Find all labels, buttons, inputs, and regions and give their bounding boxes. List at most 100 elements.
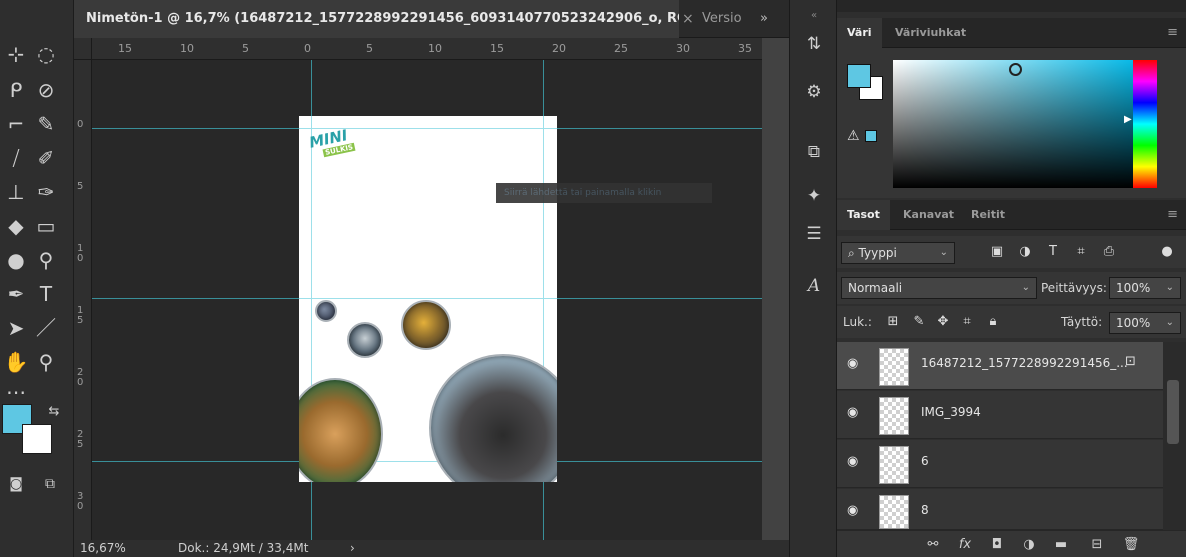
color-picker-field[interactable] [893, 60, 1141, 188]
layer-row[interactable]: ◉ 8 [837, 489, 1163, 530]
link-icon[interactable]: ⚯ [923, 535, 943, 555]
adjustment-filter-icon[interactable]: ◑ [1015, 242, 1035, 262]
collapse-icon[interactable]: « [802, 4, 826, 28]
opacity-input[interactable]: 100% ⌄ [1109, 277, 1181, 299]
tab-reitit[interactable]: Reitit [961, 200, 1015, 230]
panel-menu-icon[interactable]: ≡ [1167, 18, 1178, 48]
adjustments-icon[interactable]: ☰ [802, 222, 826, 246]
ruler-tick-label: 15 [77, 305, 84, 326]
gamut-warning-icon[interactable]: ⚠ [847, 128, 860, 144]
color-picker-ring[interactable] [1009, 63, 1022, 76]
quick-mask-icon[interactable]: ◙ [2, 470, 30, 498]
tab-variviuhkat[interactable]: Väriviuhkat [885, 18, 976, 48]
tab-tasot[interactable]: Tasot [837, 200, 890, 230]
more-icon[interactable]: ⋯ [2, 378, 30, 406]
layer-row[interactable]: ◉ 16487212_1577228992291456_... ⊡ [837, 342, 1163, 390]
blend-mode-select[interactable]: Normaali ⌄ [841, 277, 1037, 299]
fill-input[interactable]: 100% ⌄ [1109, 312, 1181, 334]
eraser-icon[interactable]: ◆ [2, 212, 30, 240]
document-size[interactable]: Dok.: 24,9Mt / 33,4Mt [178, 540, 308, 557]
brush-settings-icon[interactable]: ✦ [802, 184, 826, 208]
stamp-icon[interactable]: ⊥ [2, 178, 30, 206]
fx-icon[interactable]: fx [955, 535, 975, 555]
lock-row: Luk.: ⊞ ✎ ✥ ⌗ 🔒︎ Täyttö: 100% ⌄ [837, 306, 1186, 338]
move-icon[interactable]: ⊹ [2, 40, 30, 68]
group-icon[interactable]: ▬ [1051, 535, 1071, 555]
tabs-overflow-icon[interactable]: » [760, 0, 768, 38]
visibility-eye-icon[interactable]: ◉ [847, 454, 858, 469]
color-panel: ⚠ ▶ [837, 48, 1186, 198]
photo-bubble[interactable] [429, 354, 557, 482]
properties-panel-icon[interactable]: ⚙ [802, 80, 826, 104]
brush-icon[interactable]: ✐ [32, 144, 60, 172]
tab-versio[interactable]: Versio [692, 0, 742, 38]
dodge-icon[interactable]: ⚲ [32, 246, 60, 274]
tab-vari[interactable]: Väri [837, 18, 882, 48]
lock-position-icon[interactable]: ✥ [933, 312, 953, 332]
marquee-icon[interactable]: ◌ [32, 40, 60, 68]
photo-bubble[interactable] [315, 300, 337, 322]
photo-bubble[interactable] [299, 378, 383, 482]
layer-filter-select[interactable]: ⌕ Tyyppi ⌄ [841, 242, 955, 264]
crop-icon[interactable]: ⌐ [2, 110, 30, 138]
visibility-eye-icon[interactable]: ◉ [847, 405, 858, 420]
layers-scrollbar-thumb[interactable] [1167, 380, 1179, 444]
history-brush-icon[interactable]: ✑ [32, 178, 60, 206]
document-canvas[interactable]: MINI SULKIS [299, 116, 557, 482]
layer-row[interactable]: ◉ 6 [837, 440, 1163, 488]
document-tab[interactable]: Nimetön-1 @ 16,7% (16487212_157722899229… [74, 0, 679, 38]
zoom-level[interactable]: 16,67% [80, 540, 126, 557]
hue-slider-marker[interactable]: ▶ [1124, 114, 1132, 125]
eyedropper-icon[interactable]: ✎ [32, 110, 60, 138]
photo-bubble[interactable] [347, 322, 383, 358]
lasso-icon[interactable]: ᑭ [2, 76, 30, 104]
healing-icon[interactable]: ⧸ [2, 144, 30, 172]
smart-object-filter-icon[interactable]: ⎙ [1099, 242, 1119, 262]
visibility-eye-icon[interactable]: ◉ [847, 356, 858, 371]
background-color-swatch[interactable] [22, 424, 52, 454]
zoom-icon[interactable]: ⚲ [32, 348, 60, 376]
layer-name[interactable]: 6 [921, 454, 929, 468]
hand-icon[interactable]: ✋ [2, 348, 30, 376]
hue-slider[interactable] [1133, 60, 1157, 188]
tab-kanavat[interactable]: Kanavat [893, 200, 964, 230]
clone-source-icon[interactable]: ⧉ [802, 140, 826, 164]
shape-icon[interactable]: ／ [32, 314, 60, 342]
screen-mode-icon[interactable]: ⧉ [36, 470, 64, 498]
panel-menu-icon[interactable]: ≡ [1167, 200, 1178, 230]
shape-filter-icon[interactable]: ⌗ [1071, 242, 1091, 262]
ruler-tick-label: 20 [77, 367, 84, 388]
layer-name[interactable]: IMG_3994 [921, 405, 981, 419]
layer-name[interactable]: 8 [921, 503, 929, 517]
type-icon[interactable]: T [32, 280, 60, 308]
image-filter-icon[interactable]: ▣ [987, 242, 1007, 262]
lock-pixels-icon[interactable]: ⊞ [883, 312, 903, 332]
trash-icon[interactable]: 🗑︎ [1121, 535, 1141, 555]
adjustment-icon[interactable]: ◑ [1019, 535, 1039, 555]
gradient-icon[interactable]: ▭ [32, 212, 60, 240]
path-select-icon[interactable]: ➤ [2, 314, 30, 342]
quick-select-icon[interactable]: ⊘ [32, 76, 60, 104]
lock-artboard-icon[interactable]: ⌗ [957, 312, 977, 332]
foreground-color-swatch[interactable] [847, 64, 871, 88]
visibility-eye-icon[interactable]: ◉ [847, 503, 858, 518]
photo-bubble[interactable] [401, 300, 451, 350]
status-menu-arrow[interactable]: › [350, 540, 355, 557]
lock-paint-icon[interactable]: ✎ [909, 312, 929, 332]
canvas-area[interactable]: MINI SULKIS Siirrä lähdettä tai painamal… [92, 60, 762, 540]
collapsed-panels: « ⇅ ⚙ ⧉ ✦ ☰ A [789, 0, 837, 557]
filter-toggle-icon[interactable]: ● [1157, 242, 1177, 262]
history-panel-icon[interactable]: ⇅ [802, 32, 826, 56]
lock-all-icon[interactable]: 🔒︎ [983, 312, 1003, 332]
ruler-left: 0 5 10 15 20 25 30 [74, 60, 92, 540]
new-layer-icon[interactable]: ⊟ [1087, 535, 1107, 555]
layer-name[interactable]: 16487212_1577228992291456_... [921, 356, 1128, 370]
pen-icon[interactable]: ✒ [2, 280, 30, 308]
type-filter-icon[interactable]: T [1043, 242, 1063, 262]
blur-icon[interactable]: ● [2, 246, 30, 274]
layer-row[interactable]: ◉ IMG_3994 [837, 391, 1163, 439]
swap-colors-icon[interactable]: ⇆ [40, 398, 68, 426]
mask-icon[interactable]: ◘ [987, 535, 1007, 555]
gamut-swatch[interactable] [865, 130, 877, 142]
glyphs-icon[interactable]: A [802, 274, 826, 298]
